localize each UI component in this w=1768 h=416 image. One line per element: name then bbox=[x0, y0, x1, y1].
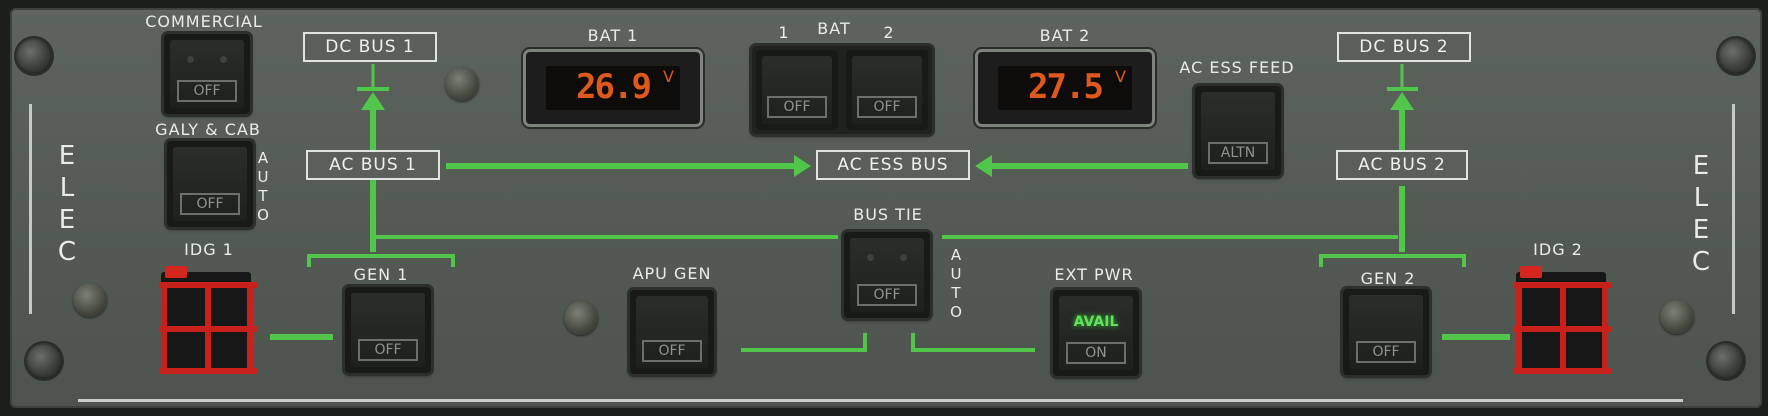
bat2-voltage-unit: V bbox=[1115, 67, 1126, 86]
bat2-voltage-display: 27.5 V bbox=[978, 52, 1152, 124]
elec-title-right: ELEC bbox=[1691, 151, 1711, 277]
galy-cab-button[interactable]: OFF bbox=[167, 141, 253, 227]
apu-gen-button[interactable]: OFF bbox=[630, 290, 714, 374]
idg2-guarded-switch[interactable] bbox=[1510, 266, 1616, 376]
bat2-voltage-value: 27.5 bbox=[1028, 67, 1104, 107]
gen2-label: GEN 2 bbox=[1360, 269, 1416, 288]
ext-pwr-button[interactable]: AVAIL ON bbox=[1053, 290, 1139, 376]
dc1-arrow-head bbox=[361, 92, 385, 110]
bat-label: BAT bbox=[817, 19, 851, 38]
screw-bottom-right bbox=[1708, 343, 1744, 379]
panel-fastener-knob bbox=[445, 67, 479, 101]
bat1-label: BAT 1 bbox=[587, 26, 639, 45]
gen2-button[interactable]: OFF bbox=[1343, 289, 1429, 375]
panel-fastener-knob bbox=[1660, 300, 1694, 334]
idg1-guarded-switch[interactable] bbox=[155, 266, 261, 376]
bat1-off-legend: OFF bbox=[767, 96, 827, 118]
apu-to-tie-line bbox=[741, 333, 867, 352]
ac-ess-feed-altn-legend: ALTN bbox=[1208, 142, 1268, 164]
dc-bus-2-box: DC BUS 2 bbox=[1337, 32, 1471, 62]
apu-gen-label: APU GEN bbox=[632, 264, 712, 283]
ess-left-arrow-head bbox=[794, 155, 811, 177]
ac-ess-bus-box: AC ESS BUS bbox=[816, 150, 970, 180]
elec-title-left: ELEC bbox=[57, 141, 77, 267]
galy-cab-off-legend: OFF bbox=[180, 193, 240, 215]
bat1-voltage-unit: V bbox=[663, 67, 674, 86]
left-rail-line bbox=[29, 104, 32, 314]
idg2-label: IDG 2 bbox=[1533, 240, 1583, 259]
gen1-off-legend: OFF bbox=[358, 339, 418, 361]
screw-top-right bbox=[1718, 38, 1754, 74]
panel-fastener-knob bbox=[73, 283, 107, 317]
commercial-button[interactable]: OFF bbox=[164, 34, 250, 114]
galy-cab-label: GALY & CAB bbox=[155, 120, 261, 139]
bat2-label: BAT 2 bbox=[1039, 26, 1091, 45]
ac-ess-feed-button[interactable]: ALTN bbox=[1195, 86, 1281, 176]
ext-pwr-label: EXT PWR bbox=[1054, 265, 1134, 284]
bat2-off-legend: OFF bbox=[857, 96, 917, 118]
commercial-off-legend: OFF bbox=[177, 80, 237, 102]
right-rail-line bbox=[1732, 104, 1735, 314]
ext-to-tie-line bbox=[911, 333, 1035, 352]
ac-bus-1-box: AC BUS 1 bbox=[306, 150, 440, 180]
ac-bus-2-box: AC BUS 2 bbox=[1336, 150, 1468, 180]
apu-gen-off-legend: OFF bbox=[642, 340, 702, 362]
bat2-button[interactable]: OFF bbox=[846, 50, 928, 130]
panel-fastener-knob bbox=[564, 301, 598, 335]
screw-bottom-left bbox=[26, 343, 62, 379]
bus-tie-off-legend: OFF bbox=[857, 284, 917, 306]
bat-switch-2-label: 2 bbox=[883, 23, 895, 42]
dc2-arrow-head bbox=[1390, 92, 1414, 110]
bus-tie-button[interactable]: OFF bbox=[844, 232, 930, 318]
dc-bus-1-box: DC BUS 1 bbox=[303, 32, 437, 62]
commercial-label: COMMERCIAL bbox=[145, 12, 263, 31]
bat1-voltage-value: 26.9 bbox=[576, 67, 652, 107]
gen2-off-legend: OFF bbox=[1356, 341, 1416, 363]
gen1-label: GEN 1 bbox=[353, 265, 409, 284]
ext-pwr-avail-light: AVAIL bbox=[1073, 314, 1119, 330]
ess-right-arrow-head bbox=[975, 155, 992, 177]
galy-cab-auto-label: AUTO bbox=[257, 149, 269, 224]
idg1-label: IDG 1 bbox=[184, 240, 234, 259]
screw-top-left bbox=[16, 38, 52, 74]
bottom-rail-line bbox=[78, 399, 1683, 402]
bus-tie-label: BUS TIE bbox=[853, 205, 923, 224]
bat1-button[interactable]: OFF bbox=[756, 50, 838, 130]
bus-tie-auto-label: AUTO bbox=[950, 246, 962, 321]
bat1-voltage-display: 26.9 V bbox=[526, 52, 700, 124]
gen2-bracket bbox=[1319, 254, 1466, 267]
bat-switch-1-label: 1 bbox=[778, 23, 790, 42]
ext-pwr-on-legend: ON bbox=[1066, 342, 1126, 364]
gen1-button[interactable]: OFF bbox=[345, 287, 431, 373]
ac-ess-feed-label: AC ESS FEED bbox=[1179, 58, 1295, 77]
